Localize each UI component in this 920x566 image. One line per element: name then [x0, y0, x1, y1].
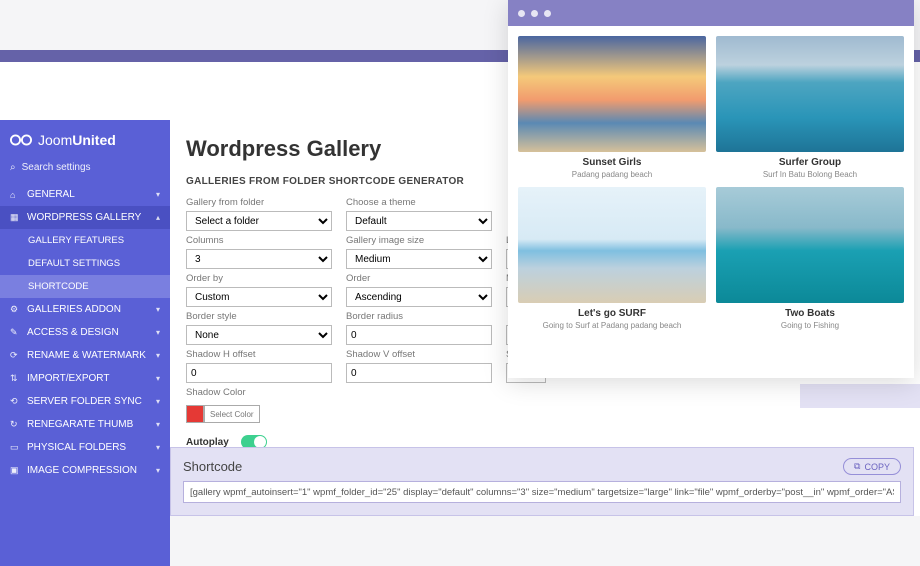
chevron-down-icon: ▾ — [156, 305, 160, 314]
gallery-icon: ▦ — [10, 212, 20, 223]
sync-icon: ⟲ — [10, 396, 20, 407]
chevron-down-icon: ▾ — [156, 374, 160, 383]
sidebar-sub-default-settings[interactable]: DEFAULT SETTINGS — [0, 252, 170, 275]
gallery-item-subtitle: Going to Surf at Padang padang beach — [518, 321, 706, 330]
gallery-grid: Sunset Girls Padang padang beach Surfer … — [518, 36, 904, 330]
chevron-down-icon: ▾ — [156, 397, 160, 406]
shortcode-title: Shortcode — [183, 459, 242, 474]
brand-name-pre: Joom — [38, 132, 72, 148]
select-columns[interactable]: 3 — [186, 249, 332, 269]
label-shadow-color: Shadow Color — [186, 387, 332, 398]
input-shadow-h[interactable] — [186, 363, 332, 383]
sidebar-item-server-sync[interactable]: ⟲SERVER FOLDER SYNC▾ — [0, 390, 170, 413]
sidebar-item-rename-watermark[interactable]: ⟳RENAME & WATERMARK▾ — [0, 344, 170, 367]
import-export-icon: ⇅ — [10, 373, 20, 384]
select-order-by[interactable]: Custom — [186, 287, 332, 307]
gallery-item[interactable]: Surfer Group Surf In Batu Bolong Beach — [716, 36, 904, 179]
window-traffic-lights — [10, 108, 38, 114]
preview-window: Sunset Girls Padang padang beach Surfer … — [508, 0, 914, 378]
thumbnail-surfer — [716, 36, 904, 152]
select-theme[interactable]: Default — [346, 211, 492, 231]
chevron-down-icon: ▾ — [156, 443, 160, 452]
sidebar-sub-gallery-features[interactable]: GALLERY FEATURES — [0, 229, 170, 252]
thumbnail-boats — [716, 187, 904, 303]
select-order[interactable]: Ascending — [346, 287, 492, 307]
shadow-color-swatch[interactable] — [186, 405, 204, 423]
search-placeholder: Search settings — [22, 162, 91, 173]
select-image-size[interactable]: Medium — [346, 249, 492, 269]
folder-icon: ▭ — [10, 442, 20, 453]
decorative-strip — [800, 384, 920, 408]
label-order-by: Order by — [186, 273, 332, 284]
label-border-style: Border style — [186, 311, 332, 322]
search-settings[interactable]: ⌕ Search settings — [0, 158, 170, 183]
label-shadow-v: Shadow V offset — [346, 349, 492, 360]
shortcode-panel: Shortcode ⧉COPY — [170, 447, 914, 516]
sidebar-item-image-compression[interactable]: ▣IMAGE COMPRESSION▾ — [0, 459, 170, 482]
label-gallery-folder: Gallery from folder — [186, 197, 332, 208]
brand-logo: JoomUnited — [0, 120, 170, 158]
sidebar-item-general[interactable]: ⌂GENERAL▾ — [0, 183, 170, 206]
gallery-item-subtitle: Padang padang beach — [518, 170, 706, 179]
sidebar-sub-shortcode[interactable]: SHORTCODE — [0, 275, 170, 298]
chevron-down-icon: ▾ — [156, 466, 160, 475]
gallery-item[interactable]: Sunset Girls Padang padang beach — [518, 36, 706, 179]
label-order: Order — [346, 273, 492, 284]
gallery-item-title: Surfer Group — [716, 157, 904, 168]
logo-icon — [10, 133, 32, 147]
thumbnail-sunset — [518, 36, 706, 152]
gallery-item[interactable]: Let's go SURF Going to Surf at Padang pa… — [518, 187, 706, 330]
input-border-radius[interactable] — [346, 325, 492, 345]
input-shadow-v[interactable] — [346, 363, 492, 383]
regen-icon: ↻ — [10, 419, 20, 430]
home-icon: ⌂ — [10, 190, 20, 200]
addon-icon: ⚙ — [10, 304, 20, 315]
sidebar-item-access-design[interactable]: ✎ACCESS & DESIGN▾ — [0, 321, 170, 344]
sidebar-item-galleries-addon[interactable]: ⚙GALLERIES ADDON▾ — [0, 298, 170, 321]
chevron-down-icon: ▾ — [156, 190, 160, 199]
chevron-down-icon: ▾ — [156, 351, 160, 360]
search-icon: ⌕ — [10, 162, 16, 173]
label-autoplay: Autoplay — [186, 437, 229, 448]
compress-icon: ▣ — [10, 465, 20, 476]
gallery-item-title: Sunset Girls — [518, 157, 706, 168]
sidebar: JoomUnited ⌕ Search settings ⌂GENERAL▾ ▦… — [0, 120, 170, 566]
label-columns: Columns — [186, 235, 332, 246]
rename-icon: ⟳ — [10, 350, 20, 361]
design-icon: ✎ — [10, 327, 20, 338]
brand-name-bold: United — [72, 132, 116, 148]
sidebar-item-regen-thumb[interactable]: ↻RENEGARATE THUMB▾ — [0, 413, 170, 436]
gallery-item[interactable]: Two Boats Going to Fishing — [716, 187, 904, 330]
select-border-style[interactable]: None — [186, 325, 332, 345]
select-gallery-folder[interactable]: Select a folder — [186, 211, 332, 231]
preview-titlebar — [508, 0, 914, 26]
sidebar-item-physical-folders[interactable]: ▭PHYSICAL FOLDERS▾ — [0, 436, 170, 459]
label-shadow-h: Shadow H offset — [186, 349, 332, 360]
copy-button[interactable]: ⧉COPY — [843, 458, 901, 475]
label-border-radius: Border radius — [346, 311, 492, 322]
sidebar-item-wordpress-gallery[interactable]: ▦WORDPRESS GALLERY▴ — [0, 206, 170, 229]
chevron-up-icon: ▴ — [156, 213, 160, 222]
shortcode-input[interactable] — [183, 481, 901, 503]
sidebar-item-import-export[interactable]: ⇅IMPORT/EXPORT▾ — [0, 367, 170, 390]
gallery-item-subtitle: Surf In Batu Bolong Beach — [716, 170, 904, 179]
label-image-size: Gallery image size — [346, 235, 492, 246]
gallery-item-title: Let's go SURF — [518, 308, 706, 319]
copy-icon: ⧉ — [854, 461, 860, 472]
chevron-down-icon: ▾ — [156, 420, 160, 429]
gallery-item-subtitle: Going to Fishing — [716, 321, 904, 330]
select-color-button[interactable]: Select Color — [204, 405, 260, 423]
label-theme: Choose a theme — [346, 197, 492, 208]
thumbnail-group — [518, 187, 706, 303]
gallery-item-title: Two Boats — [716, 308, 904, 319]
chevron-down-icon: ▾ — [156, 328, 160, 337]
